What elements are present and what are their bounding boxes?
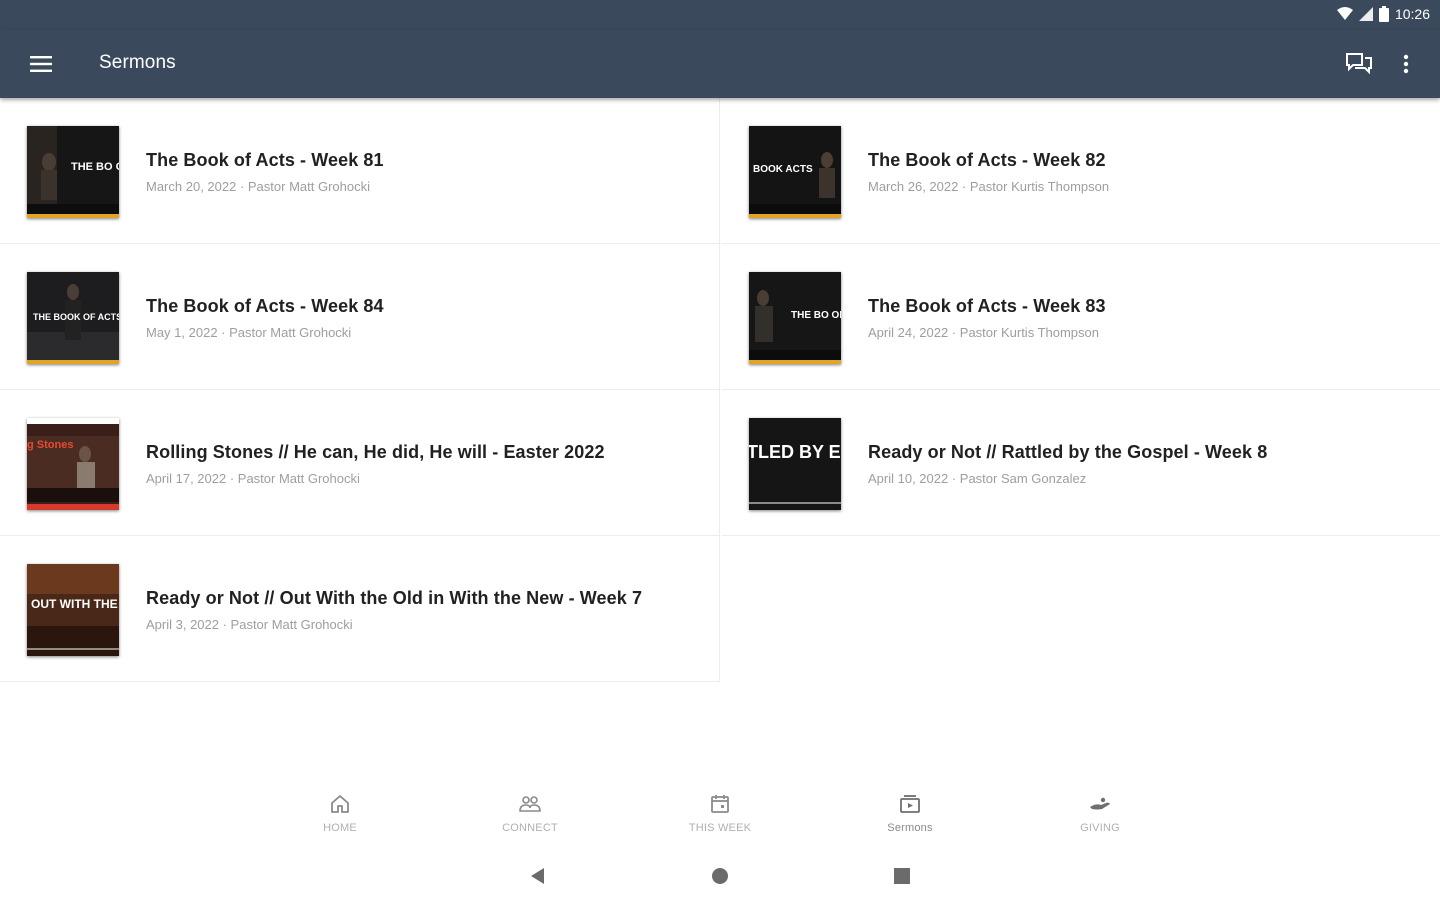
sermon-thumbnail: BOOK ACTS (749, 126, 841, 218)
people-icon (519, 796, 541, 812)
back-button[interactable] (524, 862, 552, 890)
nav-item-this-week[interactable]: THIS WEEK (660, 792, 780, 844)
sermon-thumbnail: TLED BY E GOSPEL (749, 418, 841, 510)
thumbnail-accent-bar (749, 214, 841, 218)
sermon-title: Rolling Stones // He can, He did, He wil… (146, 442, 605, 462)
sermon-item[interactable]: THE BO OF AC The Book of Acts - Week 83 … (722, 244, 1440, 390)
sermon-thumbnail: THE BO OF AC (27, 126, 119, 218)
system-navigation-bar (0, 850, 1440, 900)
thumbnail-text: TLED BY E GOSPEL (749, 442, 841, 462)
home-icon (331, 795, 349, 813)
nav-item-home[interactable]: HOME (280, 792, 400, 844)
thumbnail-accent-bar (27, 648, 119, 650)
sermon-meta: April 17, 2022 · Pastor Matt Grohocki (146, 471, 360, 486)
sermon-item[interactable]: g Stones Rolling Stones // He can, He di… (0, 390, 720, 536)
sermon-thumbnail: g Stones (27, 418, 119, 510)
sermon-title: Ready or Not // Rattled by the Gospel - … (868, 442, 1268, 462)
sermon-item[interactable]: BOOK ACTS The Book of Acts - Week 82 Mar… (722, 98, 1440, 244)
sermon-title: The Book of Acts - Week 83 (868, 296, 1106, 316)
hamburger-menu-icon (30, 56, 52, 72)
status-bar: 10:26 (0, 0, 1440, 30)
thumbnail-text: BOOK ACTS (753, 164, 813, 175)
giving-icon (1090, 797, 1110, 810)
home-system-button[interactable] (706, 862, 734, 890)
thumbnail-accent-bar (749, 502, 841, 504)
signal-icon (1358, 7, 1373, 21)
nav-label-giving: GIVING (1080, 822, 1120, 834)
wifi-icon (1336, 7, 1353, 20)
sermon-meta: April 3, 2022 · Pastor Matt Grohocki (146, 617, 353, 632)
app-bar: Sermons (0, 30, 1440, 98)
calendar-icon (711, 795, 729, 813)
sermon-thumbnail: THE BO OF AC (749, 272, 841, 364)
more-vert-icon (1403, 54, 1409, 74)
chat-button[interactable] (1340, 46, 1378, 82)
thumbnail-text: g Stones (27, 439, 73, 451)
nav-item-connect[interactable]: CONNECT (470, 792, 590, 844)
sermon-title: Ready or Not // Out With the Old in With… (146, 588, 643, 608)
sermons-icon (900, 795, 920, 813)
sermon-list: THE BO OF AC The Book of Acts - Week 81 … (0, 98, 1440, 688)
sermon-title: The Book of Acts - Week 82 (868, 150, 1106, 170)
thumbnail-text: THE BO OF AC (71, 161, 119, 173)
nav-label-home: HOME (323, 822, 357, 834)
thumbnail-accent-bar (27, 214, 119, 218)
nav-item-sermons[interactable]: Sermons (850, 792, 970, 844)
sermon-item[interactable]: THE BO OF AC The Book of Acts - Week 81 … (0, 98, 720, 244)
nav-label-sermons: Sermons (887, 822, 933, 834)
nav-label-connect: CONNECT (502, 822, 558, 834)
sermon-item[interactable]: THE BOOK OF ACTS The Book of Acts - Week… (0, 244, 720, 390)
sermon-meta: April 24, 2022 · Pastor Kurtis Thompson (868, 325, 1099, 340)
thumbnail-accent-bar (27, 360, 119, 364)
chat-icon (1346, 53, 1372, 75)
page-title: Sermons (99, 52, 176, 73)
sermon-thumbnail: THE BOOK OF ACTS (27, 272, 119, 364)
thumbnail-text: THE BO OF AC (791, 310, 841, 321)
status-time: 10:26 (1394, 6, 1430, 22)
thumbnail-text: THE BOOK OF ACTS (33, 312, 119, 322)
home-circle-icon (712, 868, 728, 884)
sermon-meta: May 1, 2022 · Pastor Matt Grohocki (146, 325, 352, 340)
thumbnail-text: OUT WITH THE IN WITH THE (31, 597, 119, 611)
sermon-thumbnail: OUT WITH THE IN WITH THE (27, 564, 119, 656)
sermon-item[interactable]: OUT WITH THE IN WITH THE Ready or Not //… (0, 536, 720, 682)
back-icon (531, 868, 544, 884)
sermon-title: The Book of Acts - Week 81 (146, 150, 384, 170)
thumbnail-accent-bar (749, 360, 841, 364)
sermon-meta: March 20, 2022 · Pastor Matt Grohocki (146, 179, 370, 194)
recents-square-icon (894, 868, 910, 884)
sermon-item[interactable]: TLED BY E GOSPEL Ready or Not // Rattled… (722, 390, 1440, 536)
battery-icon (1378, 6, 1389, 22)
recents-button[interactable] (888, 862, 916, 890)
more-options-button[interactable] (1388, 46, 1424, 82)
sermon-meta: March 26, 2022 · Pastor Kurtis Thompson (868, 179, 1110, 194)
sermon-title: The Book of Acts - Week 84 (146, 296, 384, 316)
menu-button[interactable] (22, 46, 60, 82)
nav-item-giving[interactable]: GIVING (1040, 792, 1160, 844)
status-icons: 10:26 (1336, 6, 1430, 22)
nav-label-this-week: THIS WEEK (688, 822, 752, 834)
thumbnail-accent-bar (27, 504, 119, 510)
bottom-navigation: HOME CONNECT THIS WEEK Sermons GIVING (0, 780, 1440, 850)
sermon-meta: April 10, 2022 · Pastor Sam Gonzalez (868, 471, 1087, 486)
